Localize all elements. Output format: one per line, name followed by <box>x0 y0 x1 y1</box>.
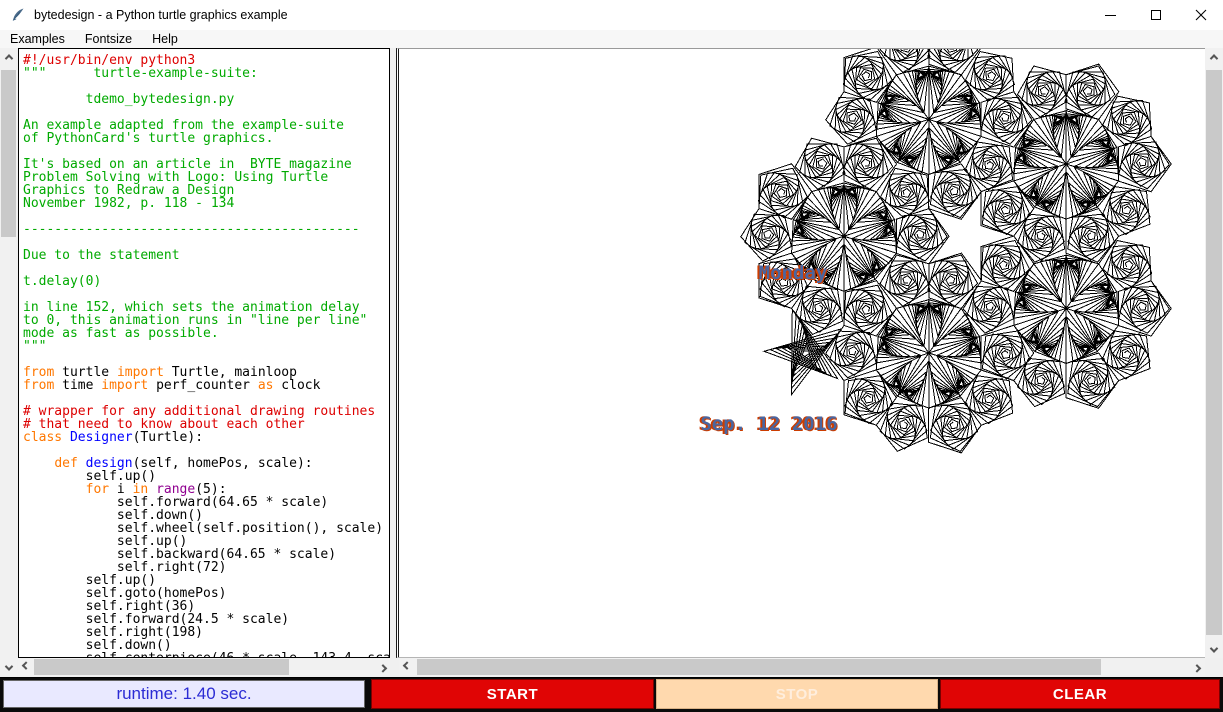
canvas-text-overlay: Sep. 12 2016 <box>700 413 837 435</box>
code-hscroll-thumb[interactable] <box>34 659 289 675</box>
canvas-hscroll-thumb[interactable] <box>417 659 1101 675</box>
titlebar: bytedesign - a Python turtle graphics ex… <box>0 0 1223 30</box>
menu-help[interactable]: Help <box>142 30 188 48</box>
code-line: """ <box>23 340 389 353</box>
scroll-right-button[interactable] <box>1189 658 1205 676</box>
chevron-left-icon <box>403 661 411 669</box>
code-line: mode as fast as possible. <box>23 327 389 340</box>
code-vertical-scrollbar[interactable] <box>0 48 17 676</box>
turtle-canvas-surface: Monday Sep. 12 2016 <box>399 49 1205 657</box>
app-window: bytedesign - a Python turtle graphics ex… <box>0 0 1223 712</box>
chevron-up-icon <box>1210 54 1218 62</box>
code-line: t.delay(0) <box>23 275 389 288</box>
close-button[interactable] <box>1178 0 1223 30</box>
scroll-left-button[interactable] <box>399 658 415 676</box>
menu-fontsize[interactable]: Fontsize <box>75 30 142 48</box>
chevron-down-icon <box>1210 644 1218 652</box>
scroll-right-button[interactable] <box>375 658 390 676</box>
code-line: ----------------------------------------… <box>23 223 389 236</box>
maximize-button[interactable] <box>1133 0 1178 30</box>
code-line: from time import perf_counter as clock <box>23 379 389 392</box>
menu-examples[interactable]: Examples <box>0 30 75 48</box>
chevron-right-icon <box>378 664 386 672</box>
menubar: Examples Fontsize Help <box>0 30 1223 48</box>
chevron-right-icon <box>1193 664 1201 672</box>
code-vscroll-thumb[interactable] <box>1 70 16 237</box>
close-icon <box>1195 9 1207 21</box>
bytedesign-drawing <box>399 49 1205 657</box>
scroll-left-button[interactable] <box>18 658 33 676</box>
code-viewer[interactable]: #!/usr/bin/env python3""" turtle-example… <box>18 48 390 658</box>
window-title: bytedesign - a Python turtle graphics ex… <box>34 8 288 22</box>
code-line: November 1982, p. 118 - 134 <box>23 197 389 210</box>
window-controls <box>1088 0 1223 30</box>
canvas-vscroll-thumb[interactable] <box>1206 70 1222 635</box>
chevron-left-icon <box>21 661 29 669</box>
scroll-up-button[interactable] <box>1205 48 1223 65</box>
chevron-down-icon <box>4 662 12 670</box>
code-line: """ turtle-example-suite: <box>23 67 389 80</box>
code-horizontal-scrollbar[interactable] <box>18 658 390 676</box>
stop-button[interactable]: STOP <box>656 679 938 709</box>
runtime-label: runtime: 1.40 sec. <box>3 680 365 708</box>
turtle-canvas: Monday Sep. 12 2016 <box>396 48 1205 658</box>
code-line: Due to the statement <box>23 249 389 262</box>
code-lines: #!/usr/bin/env python3""" turtle-example… <box>23 54 389 658</box>
code-line: tdemo_bytedesign.py <box>23 93 389 106</box>
code-line: class Designer(Turtle): <box>23 431 389 444</box>
scroll-down-button[interactable] <box>1205 641 1223 658</box>
python-feather-icon <box>10 7 26 23</box>
canvas-horizontal-scrollbar[interactable] <box>399 658 1205 676</box>
scroll-down-button[interactable] <box>0 659 17 676</box>
chevron-up-icon <box>4 54 12 62</box>
maximize-icon <box>1151 10 1161 20</box>
minimize-button[interactable] <box>1088 0 1133 30</box>
minimize-icon <box>1105 15 1116 16</box>
scroll-up-button[interactable] <box>0 48 17 65</box>
statusbar: runtime: 1.40 sec. START STOP CLEAR <box>0 677 1223 712</box>
canvas-vertical-scrollbar[interactable] <box>1205 48 1223 658</box>
code-line: of PythonCard's turtle graphics. <box>23 132 389 145</box>
start-button[interactable]: START <box>371 679 654 709</box>
clear-button[interactable]: CLEAR <box>940 679 1220 709</box>
canvas-text-overlay: Monday <box>759 262 828 284</box>
